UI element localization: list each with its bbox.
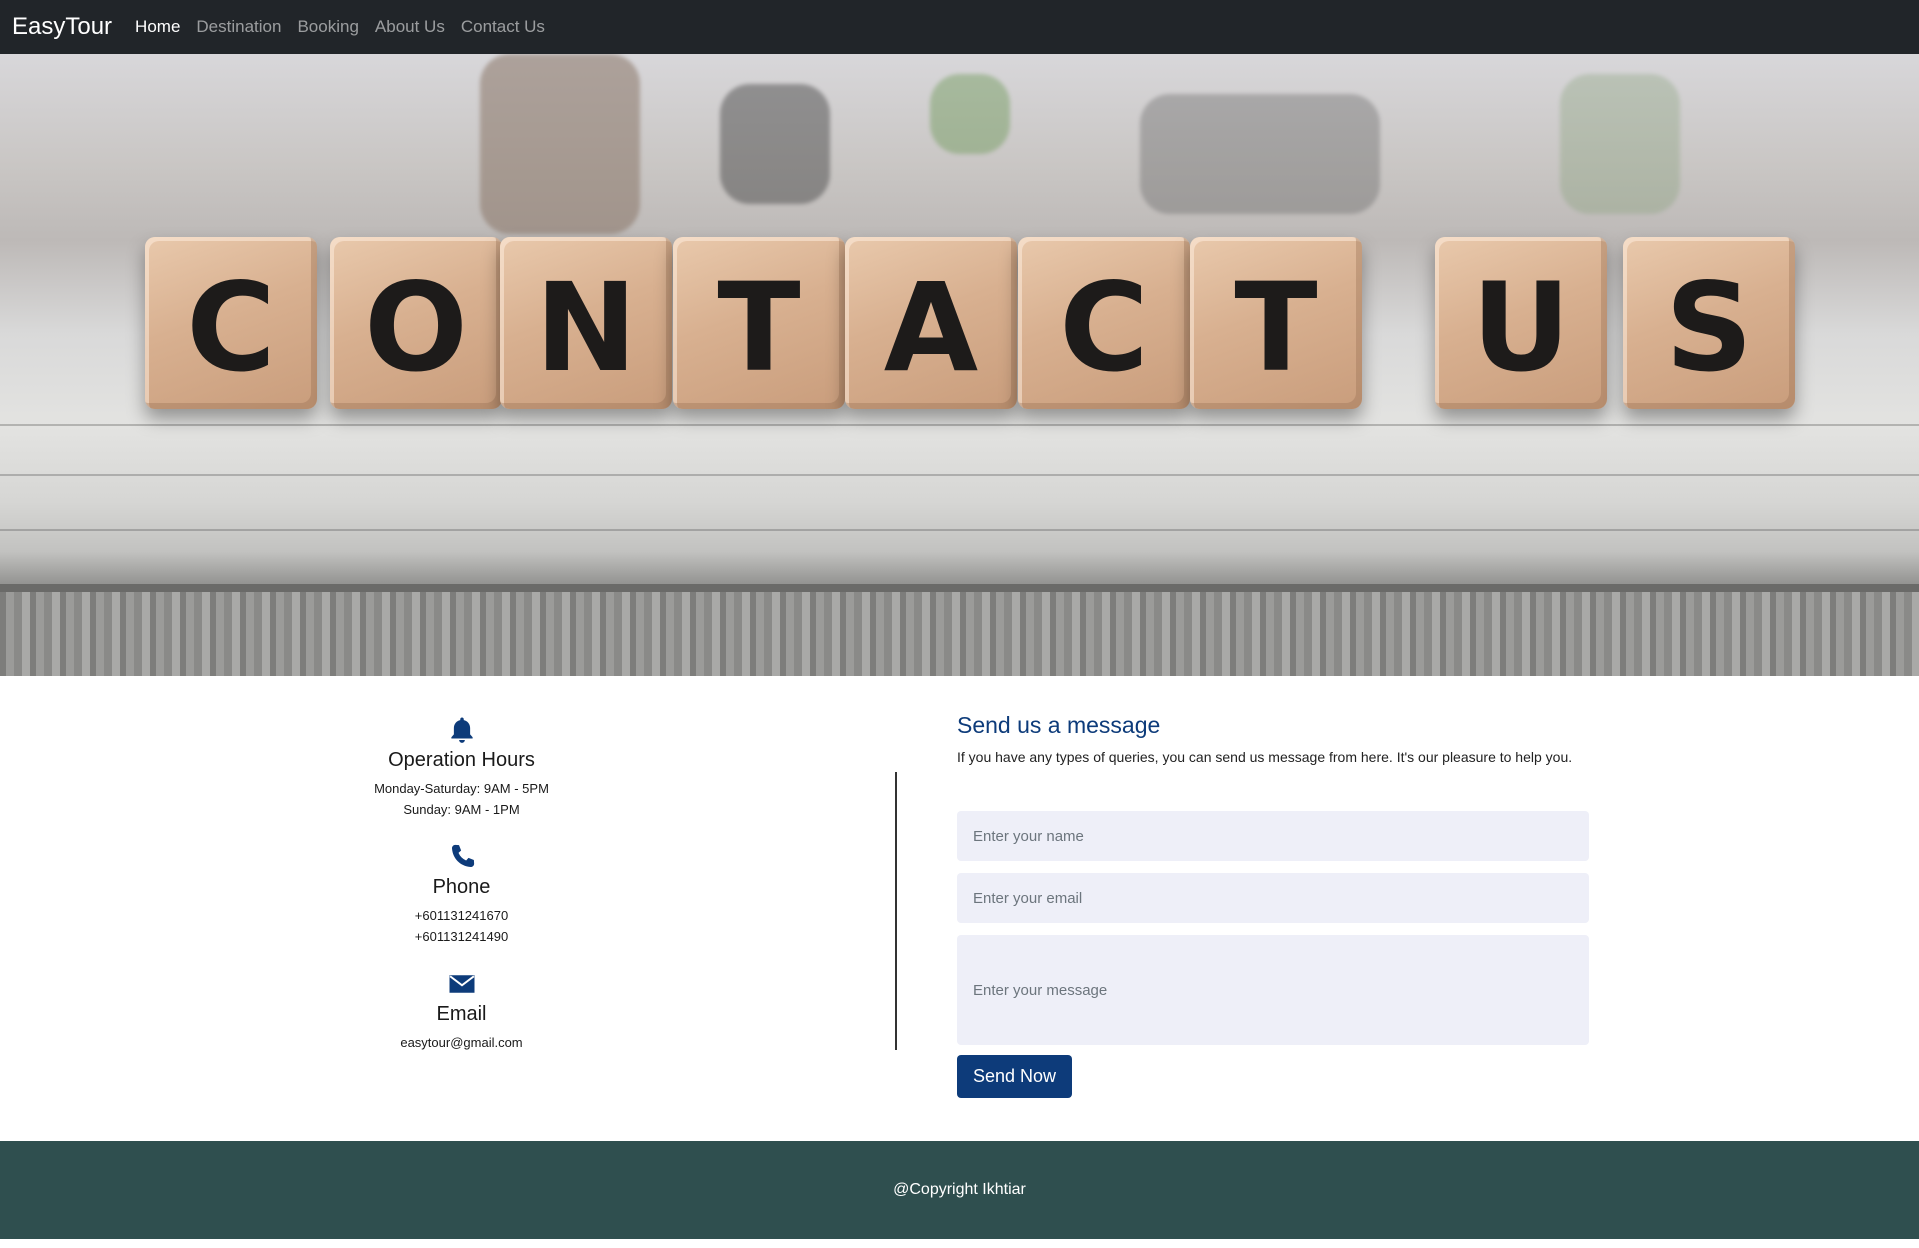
background-blur-shape — [720, 84, 830, 204]
hero-banner: C O N T A C T U S — [0, 54, 1919, 676]
letter-cube: T — [673, 237, 845, 409]
bell-icon — [450, 717, 473, 743]
copyright-text: @Copyright Ikhtiar — [893, 1181, 1026, 1198]
plank-line — [0, 474, 1919, 476]
email-input[interactable]: Enter your email — [957, 873, 1589, 923]
operation-hours-line: Sunday: 9AM - 1PM — [403, 802, 520, 817]
message-textarea[interactable]: Enter your message — [957, 935, 1589, 1045]
form-title: Send us a message — [957, 712, 1161, 738]
operation-hours-block: Operation Hours Monday-Saturday: 9AM - 5… — [300, 715, 623, 820]
name-input[interactable]: Enter your name — [957, 811, 1589, 861]
contact-info: Operation Hours Monday-Saturday: 9AM - 5… — [300, 715, 623, 1075]
letter-cube: C — [1018, 237, 1190, 409]
phone-block: Phone +601131241670 +601131241490 — [300, 842, 623, 947]
operation-hours-line: Monday-Saturday: 9AM - 5PM — [374, 781, 549, 796]
background-blur-shape — [1560, 74, 1680, 214]
nav-link-destination[interactable]: Destination — [196, 17, 281, 37]
name-placeholder: Enter your name — [973, 827, 1084, 845]
send-now-button[interactable]: Send Now — [957, 1055, 1073, 1098]
email-address[interactable]: easytour@gmail.com — [300, 1032, 623, 1053]
navbar: EasyTour Home Destination Booking About … — [0, 0, 1919, 54]
letter-cube: T — [1190, 237, 1362, 409]
vertical-divider — [895, 772, 897, 1050]
background-blur-shape — [480, 54, 640, 234]
background-blur-shape — [930, 74, 1010, 154]
phone-number[interactable]: +601131241670 — [300, 905, 623, 926]
contact-form: Send us a message If you have any types … — [957, 712, 1657, 1098]
background-blur-shape — [1140, 94, 1380, 214]
nav-link-booking[interactable]: Booking — [297, 17, 358, 37]
phone-title: Phone — [432, 876, 491, 898]
operation-hours-title: Operation Hours — [388, 749, 535, 771]
letter-cube: U — [1435, 237, 1607, 409]
letter-cube: N — [500, 237, 672, 409]
letter-cubes: C O N T A C T U S — [145, 237, 1795, 417]
email-title: Email — [436, 1003, 487, 1025]
envelope-icon — [449, 975, 474, 993]
email-placeholder: Enter your email — [973, 889, 1083, 907]
letter-cube: C — [145, 237, 317, 409]
nav-link-about-us[interactable]: About Us — [375, 17, 445, 37]
nav-link-contact-us[interactable]: Contact Us — [461, 17, 545, 37]
form-description: If you have any types of queries, you ca… — [957, 749, 1573, 765]
message-placeholder: Enter your message — [973, 981, 1108, 999]
table-front — [0, 592, 1919, 676]
email-block: Email easytour@gmail.com — [300, 969, 623, 1053]
letter-cube: S — [1623, 237, 1795, 409]
nav-link-home[interactable]: Home — [135, 17, 180, 37]
phone-number[interactable]: +601131241490 — [300, 926, 623, 947]
phone-icon — [451, 844, 474, 868]
brand-logo[interactable]: EasyTour — [12, 13, 112, 41]
letter-cube: O — [330, 237, 502, 409]
plank-line — [0, 529, 1919, 531]
footer: @Copyright Ikhtiar — [0, 1141, 1919, 1239]
letter-cube: A — [845, 237, 1017, 409]
plank-line — [0, 424, 1919, 426]
